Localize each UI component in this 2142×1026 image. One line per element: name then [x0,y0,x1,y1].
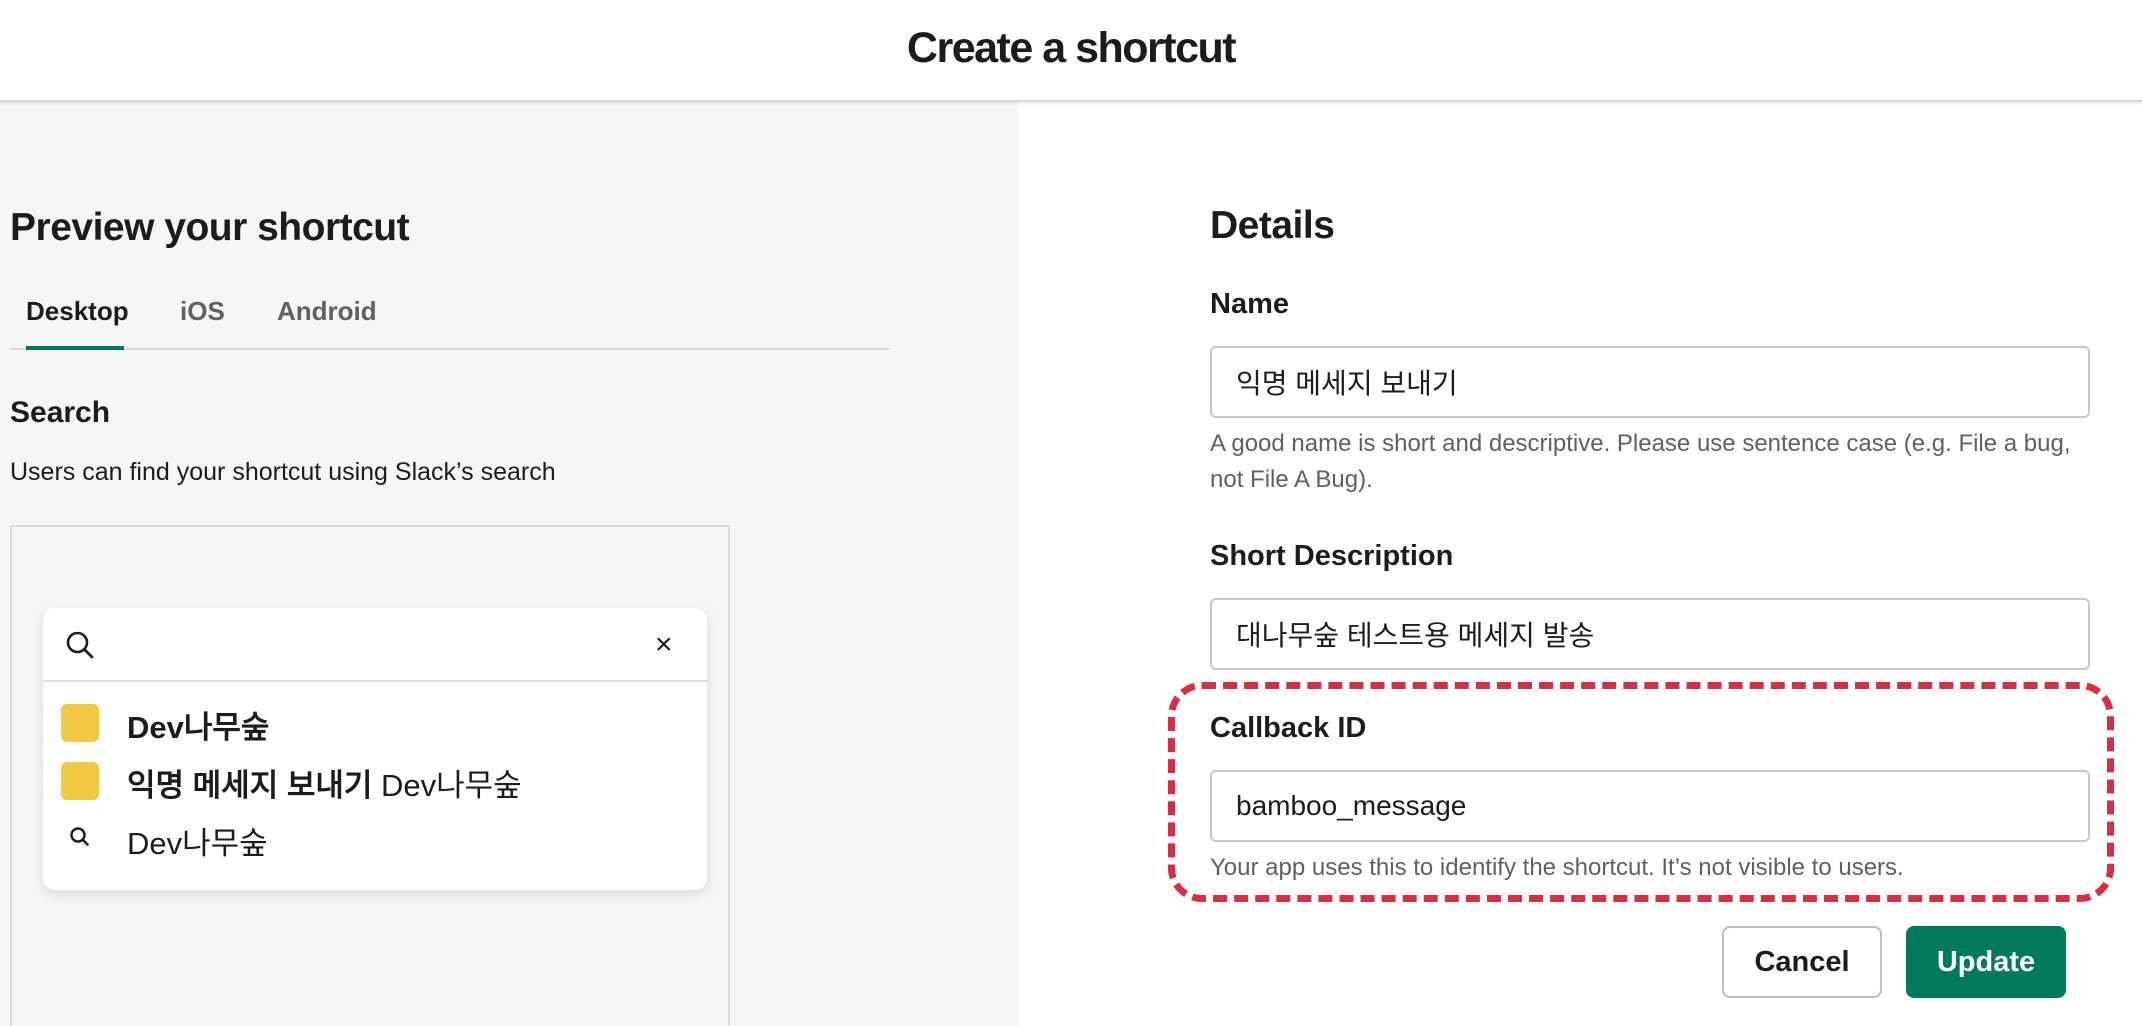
result-text: 익명 메세지 보내기 Dev나무숲 [127,760,522,805]
preview-tabs: Desktop iOS Android [10,296,890,350]
popup-search-bar: × [43,608,707,682]
result-bold-text: 익명 메세지 보내기 [127,768,373,803]
result-app-name: Dev나무숲 [381,768,522,803]
name-field[interactable] [1210,346,2090,418]
preview-title: Preview your shortcut [10,206,410,249]
callback-id-hint: Your app uses this to identify the short… [1210,854,1904,881]
modal-header: Create a shortcut [0,0,2142,102]
search-description: Users can find your shortcut using Slack… [10,458,556,486]
details-title: Details [1210,204,1335,247]
result-query-text: Dev나무숲 [127,826,268,861]
app-square-icon [61,704,99,742]
callback-id-field[interactable] [1210,770,2090,842]
details-panel: Details Name A good name is short and de… [1018,102,2142,1026]
short-description-label: Short Description [1210,540,1454,572]
search-result-shortcut[interactable]: 익명 메세지 보내기 Dev나무숲 [43,750,707,806]
callback-id-label: Callback ID [1210,712,1367,744]
result-bold-text: Dev나무숲 [127,710,270,745]
search-icon [70,827,89,846]
name-hint: A good name is short and descriptive. Pl… [1210,430,2071,493]
search-heading: Search [10,396,111,429]
search-icon [66,631,94,659]
search-popup: × Dev나무숲 익명 메세지 보내기 Dev나무숲 Dev나무숲 [43,608,707,890]
tab-desktop[interactable]: Desktop [26,296,129,350]
close-icon[interactable]: × [655,628,673,662]
search-result-query[interactable]: Dev나무숲 [43,808,707,864]
short-description-field[interactable] [1210,598,2090,670]
modal-title: Create a shortcut [906,23,1237,72]
result-text: Dev나무숲 [127,818,268,863]
search-result-app[interactable]: Dev나무숲 [43,692,707,748]
preview-panel: Preview your shortcut Desktop iOS Androi… [0,102,1018,1026]
tab-ios[interactable]: iOS [180,296,225,350]
name-label: Name [1210,288,1289,320]
update-button[interactable]: Update [1906,926,2066,998]
tab-android[interactable]: Android [277,296,377,350]
search-preview-box: × Dev나무숲 익명 메세지 보내기 Dev나무숲 Dev나무숲 [10,525,730,1026]
cancel-button[interactable]: Cancel [1722,926,1882,998]
result-text: Dev나무숲 [127,702,269,747]
app-square-icon [61,762,99,800]
